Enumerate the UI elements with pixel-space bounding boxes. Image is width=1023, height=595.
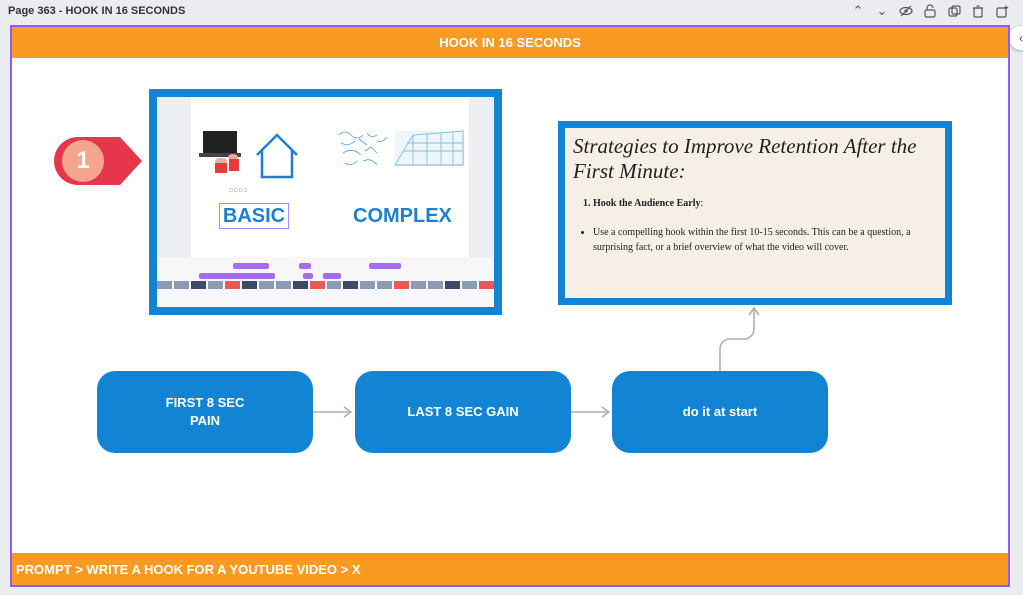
flow-step-gain-label: LAST 8 SEC GAIN: [407, 404, 519, 419]
trash-icon[interactable]: [969, 2, 987, 20]
page-toolbar: Page 363 - HOOK IN 16 SECONDS ⌃ ⌄: [0, 0, 1023, 22]
header-banner[interactable]: HOOK IN 16 SECONDS: [12, 27, 1008, 58]
laptop-icon: [199, 131, 241, 173]
step-badge[interactable]: 1: [50, 135, 146, 187]
formula-sketch-icon: [338, 131, 388, 166]
lock-icon[interactable]: [921, 2, 939, 20]
duplicate-icon[interactable]: [945, 2, 963, 20]
flow-step-start-label: do it at start: [682, 404, 758, 419]
design-canvas[interactable]: HOOK IN 16 SECONDS 1 ▢ ▢ ▢ ▢ BASIC COMPL…: [10, 25, 1010, 587]
building-sketch-icon: [394, 130, 464, 166]
article-list-suffix: :: [700, 198, 704, 209]
chevron-down-icon[interactable]: ⌄: [873, 2, 891, 20]
side-panel-handle[interactable]: ‹: [1009, 26, 1023, 50]
flow-step-pain-line2: PAIN: [189, 413, 221, 428]
house-icon: [256, 133, 298, 179]
screenshot-toolbar-chips: ▢ ▢ ▢ ▢: [229, 187, 248, 192]
timeline-clip-strip: [157, 281, 494, 289]
article-bullet: Use a compelling hook within the first 1…: [593, 225, 937, 255]
flow-step-pain-line1: FIRST 8 SEC: [165, 395, 245, 410]
flow-step-pain[interactable]: FIRST 8 SEC PAIN: [97, 371, 313, 453]
flow-step-gain[interactable]: LAST 8 SEC GAIN: [355, 371, 571, 453]
article-list-item: Hook the Audience Early:: [593, 198, 937, 209]
retention-article-card[interactable]: Strategies to Improve Retention After th…: [558, 121, 952, 305]
editor-screenshot[interactable]: ▢ ▢ ▢ ▢ BASIC COMPLEX: [149, 89, 502, 315]
step-number: 1: [62, 140, 104, 182]
flow-step-start[interactable]: do it at start: [612, 371, 828, 453]
article-bullet-list: Use a compelling hook within the first 1…: [593, 225, 937, 255]
chevron-up-icon[interactable]: ⌃: [849, 2, 867, 20]
add-page-icon[interactable]: [993, 2, 1011, 20]
page-title: Page 363 - HOOK IN 16 SECONDS: [8, 5, 186, 17]
eye-off-icon[interactable]: [897, 2, 915, 20]
page-tools: ⌃ ⌄: [849, 2, 1011, 20]
footer-banner[interactable]: PROMPT > WRITE A HOOK FOR A YOUTUBE VIDE…: [12, 553, 1008, 585]
screenshot-slide: ▢ ▢ ▢ ▢ BASIC COMPLEX: [191, 97, 469, 257]
basic-label: BASIC: [219, 203, 289, 229]
article-heading: Strategies to Improve Retention After th…: [573, 134, 917, 183]
complex-label: COMPLEX: [353, 205, 452, 227]
video-timeline: [157, 257, 494, 307]
article-numbered-list: Hook the Audience Early:: [593, 198, 937, 209]
